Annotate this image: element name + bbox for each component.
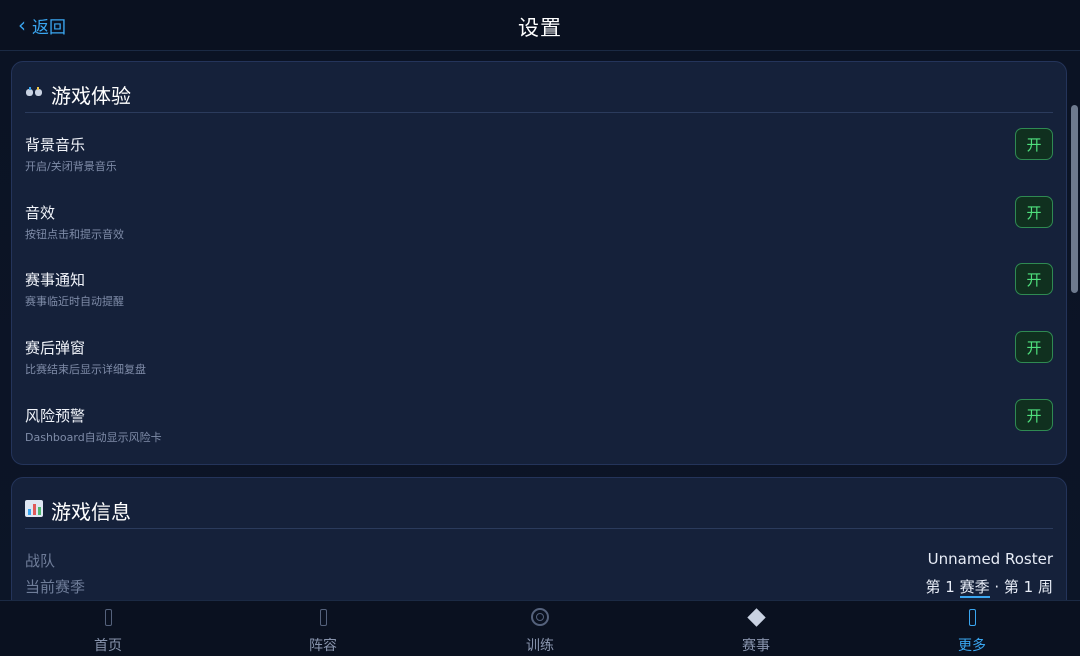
diamond-icon [696, 605, 816, 629]
more-icon [912, 605, 1032, 629]
setting-desc: 开启/关闭背景音乐 [25, 160, 117, 173]
match-notify-toggle[interactable]: 开 [1015, 263, 1053, 295]
setting-label: 风险预警 [25, 407, 86, 425]
setting-label: 背景音乐 [25, 136, 86, 154]
tab-home[interactable]: 首页 [48, 605, 168, 655]
setting-row-postmatch-popup: 赛后弹窗 比赛结束后显示详细复盘 开 [25, 331, 1053, 397]
game-experience-header: 游戏体验 [25, 76, 1053, 113]
roster-icon [263, 605, 383, 629]
home-icon [48, 605, 168, 629]
tab-label: 更多 [958, 638, 986, 654]
info-row-season: 当前赛季 第 1 赛季 · 第 1 周 [25, 576, 1053, 598]
target-icon [480, 605, 600, 629]
setting-row-risk-alert: 风险预警 Dashboard自动显示风险卡 开 [25, 399, 1053, 465]
setting-row-sfx: 音效 按钮点击和提示音效 开 [25, 196, 1053, 262]
setting-label: 音效 [25, 204, 56, 222]
postmatch-popup-toggle[interactable]: 开 [1015, 331, 1053, 363]
tab-label: 首页 [94, 638, 122, 654]
tab-training[interactable]: 训练 [480, 605, 600, 655]
setting-desc: 赛事临近时自动提醒 [25, 295, 124, 308]
bottom-nav: 首页 阵容 训练 赛事 更多 [0, 600, 1080, 656]
season-value-prefix: 第 1 [925, 578, 960, 596]
setting-row-bgm: 背景音乐 开启/关闭背景音乐 开 [25, 128, 1053, 194]
tab-more[interactable]: 更多 [912, 605, 1032, 655]
bar-chart-icon [25, 499, 43, 521]
tab-label: 赛事 [742, 638, 770, 654]
setting-label: 赛事通知 [25, 271, 86, 289]
game-info-title: 游戏信息 [51, 499, 131, 524]
tab-roster[interactable]: 阵容 [263, 605, 383, 655]
game-experience-title: 游戏体验 [51, 83, 131, 108]
setting-desc: 按钮点击和提示音效 [25, 228, 124, 241]
game-experience-card: 游戏体验 背景音乐 开启/关闭背景音乐 开 音效 按钮点击和提示音效 开 赛事通… [11, 61, 1067, 465]
season-label: 当前赛季 [25, 578, 86, 596]
top-bar: ‹ 返回 设置 [0, 0, 1080, 51]
season-value-word: 赛季 [959, 578, 990, 598]
info-row-team: 战队 Unnamed Roster [25, 550, 1053, 572]
bgm-toggle[interactable]: 开 [1015, 128, 1053, 160]
season-value-suffix: · 第 1 周 [989, 578, 1053, 596]
setting-row-match-notify: 赛事通知 赛事临近时自动提醒 开 [25, 263, 1053, 329]
setting-label: 赛后弹窗 [25, 339, 86, 357]
tab-label: 训练 [526, 638, 554, 654]
setting-desc: Dashboard自动显示风险卡 [25, 431, 162, 444]
sfx-toggle[interactable]: 开 [1015, 196, 1053, 228]
team-label: 战队 [25, 552, 56, 570]
game-info-header: 游戏信息 [25, 492, 1053, 529]
game-info-card: 游戏信息 战队 Unnamed Roster 当前赛季 第 1 赛季 · 第 1… [11, 477, 1067, 600]
gamepad-icon [25, 86, 43, 102]
scrollbar[interactable] [1071, 105, 1078, 293]
team-value: Unnamed Roster [927, 550, 1053, 568]
setting-desc: 比赛结束后显示详细复盘 [25, 363, 146, 376]
risk-alert-toggle[interactable]: 开 [1015, 399, 1053, 431]
tab-matches[interactable]: 赛事 [696, 605, 816, 655]
settings-content[interactable]: 游戏体验 背景音乐 开启/关闭背景音乐 开 音效 按钮点击和提示音效 开 赛事通… [0, 51, 1080, 600]
season-value: 第 1 赛季 · 第 1 周 [925, 576, 1053, 598]
tab-label: 阵容 [309, 638, 337, 654]
page-title: 设置 [518, 16, 562, 40]
